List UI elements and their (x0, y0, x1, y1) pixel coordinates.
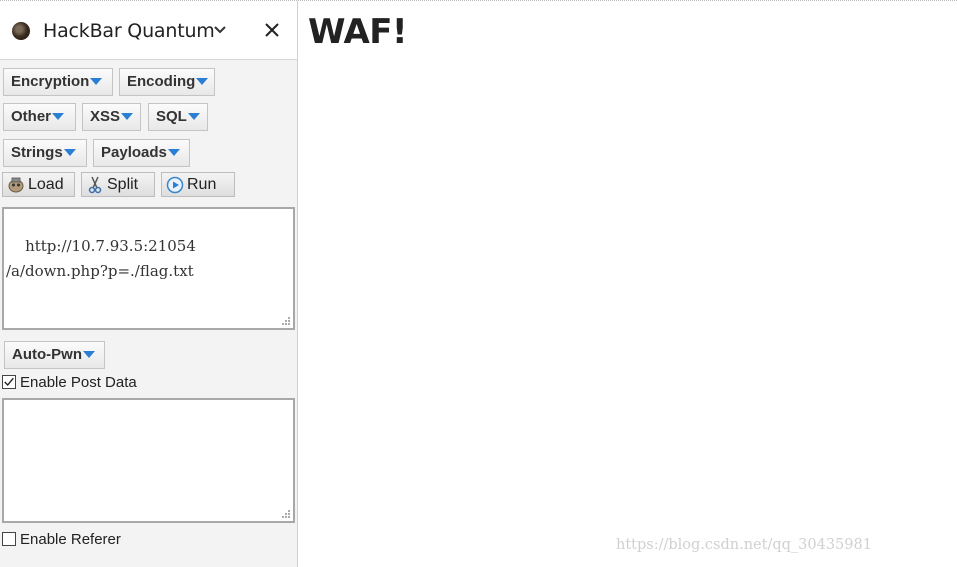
enable-referer-label[interactable]: Enable Referer (20, 531, 121, 548)
load-button[interactable]: Load (2, 172, 75, 197)
hackbar-sidebar: HackBar Quantum Encryption Encoding Othe… (0, 1, 298, 567)
other-menu-label: Other (11, 108, 52, 125)
split-button[interactable]: Split (81, 172, 155, 197)
encoding-menu-label: Encoding (127, 73, 196, 90)
resize-grip-icon[interactable] (281, 316, 291, 326)
encryption-menu-button[interactable]: Encryption (3, 68, 113, 96)
auto-pwn-menu-label: Auto-Pwn (12, 346, 82, 363)
url-textarea[interactable]: http://10.7.93.5:21054 /a/down.php?p=./f… (2, 207, 295, 330)
post-data-textarea[interactable] (2, 398, 295, 523)
payloads-menu-label: Payloads (101, 144, 167, 161)
xss-menu-button[interactable]: XSS (82, 103, 141, 131)
split-label: Split (107, 176, 139, 193)
run-label: Run (187, 176, 217, 193)
strings-menu-label: Strings (11, 144, 63, 161)
run-button[interactable]: Run (161, 172, 235, 197)
dropdown-arrow-icon (187, 112, 200, 120)
checkmark-icon (4, 377, 14, 387)
page-heading: WAF! (308, 12, 408, 52)
dropdown-arrow-icon (121, 112, 134, 120)
load-label: Load (28, 176, 64, 193)
payloads-menu-button[interactable]: Payloads (93, 139, 190, 167)
strings-menu-button[interactable]: Strings (3, 139, 87, 167)
enable-post-data-checkbox[interactable] (2, 375, 16, 389)
enable-post-data-label[interactable]: Enable Post Data (20, 374, 137, 391)
sql-menu-button[interactable]: SQL (148, 103, 208, 131)
url-text: http://10.7.93.5:21054 /a/down.php?p=./f… (6, 237, 196, 280)
watermark-text: https://blog.csdn.net/qq_30435981 (616, 537, 872, 553)
sidebar-header: HackBar Quantum (0, 1, 297, 60)
enable-referer-checkbox[interactable] (2, 532, 16, 546)
dropdown-arrow-icon (52, 112, 65, 120)
enable-referer-row: Enable Referer (2, 531, 121, 548)
encoding-menu-button[interactable]: Encoding (119, 68, 215, 96)
other-menu-button[interactable]: Other (3, 103, 76, 131)
sidebar-title[interactable]: HackBar Quantum (43, 20, 215, 42)
sql-menu-label: SQL (156, 108, 187, 125)
dropdown-arrow-icon (196, 77, 209, 85)
enable-post-data-row: Enable Post Data (2, 374, 137, 391)
xss-menu-label: XSS (90, 108, 121, 125)
encryption-menu-label: Encryption (11, 73, 90, 90)
play-icon (166, 176, 184, 194)
scissors-icon (88, 176, 102, 194)
dropdown-arrow-icon (63, 148, 76, 156)
resize-grip-icon[interactable] (281, 509, 291, 519)
dropdown-arrow-icon (167, 148, 180, 156)
auto-pwn-menu-button[interactable]: Auto-Pwn (4, 341, 105, 369)
close-icon[interactable] (264, 22, 280, 38)
hackbar-logo-icon (12, 22, 30, 40)
chevron-down-icon[interactable] (214, 25, 226, 35)
dropdown-arrow-icon (90, 77, 103, 85)
dropdown-arrow-icon (82, 350, 95, 358)
load-icon (8, 177, 24, 193)
